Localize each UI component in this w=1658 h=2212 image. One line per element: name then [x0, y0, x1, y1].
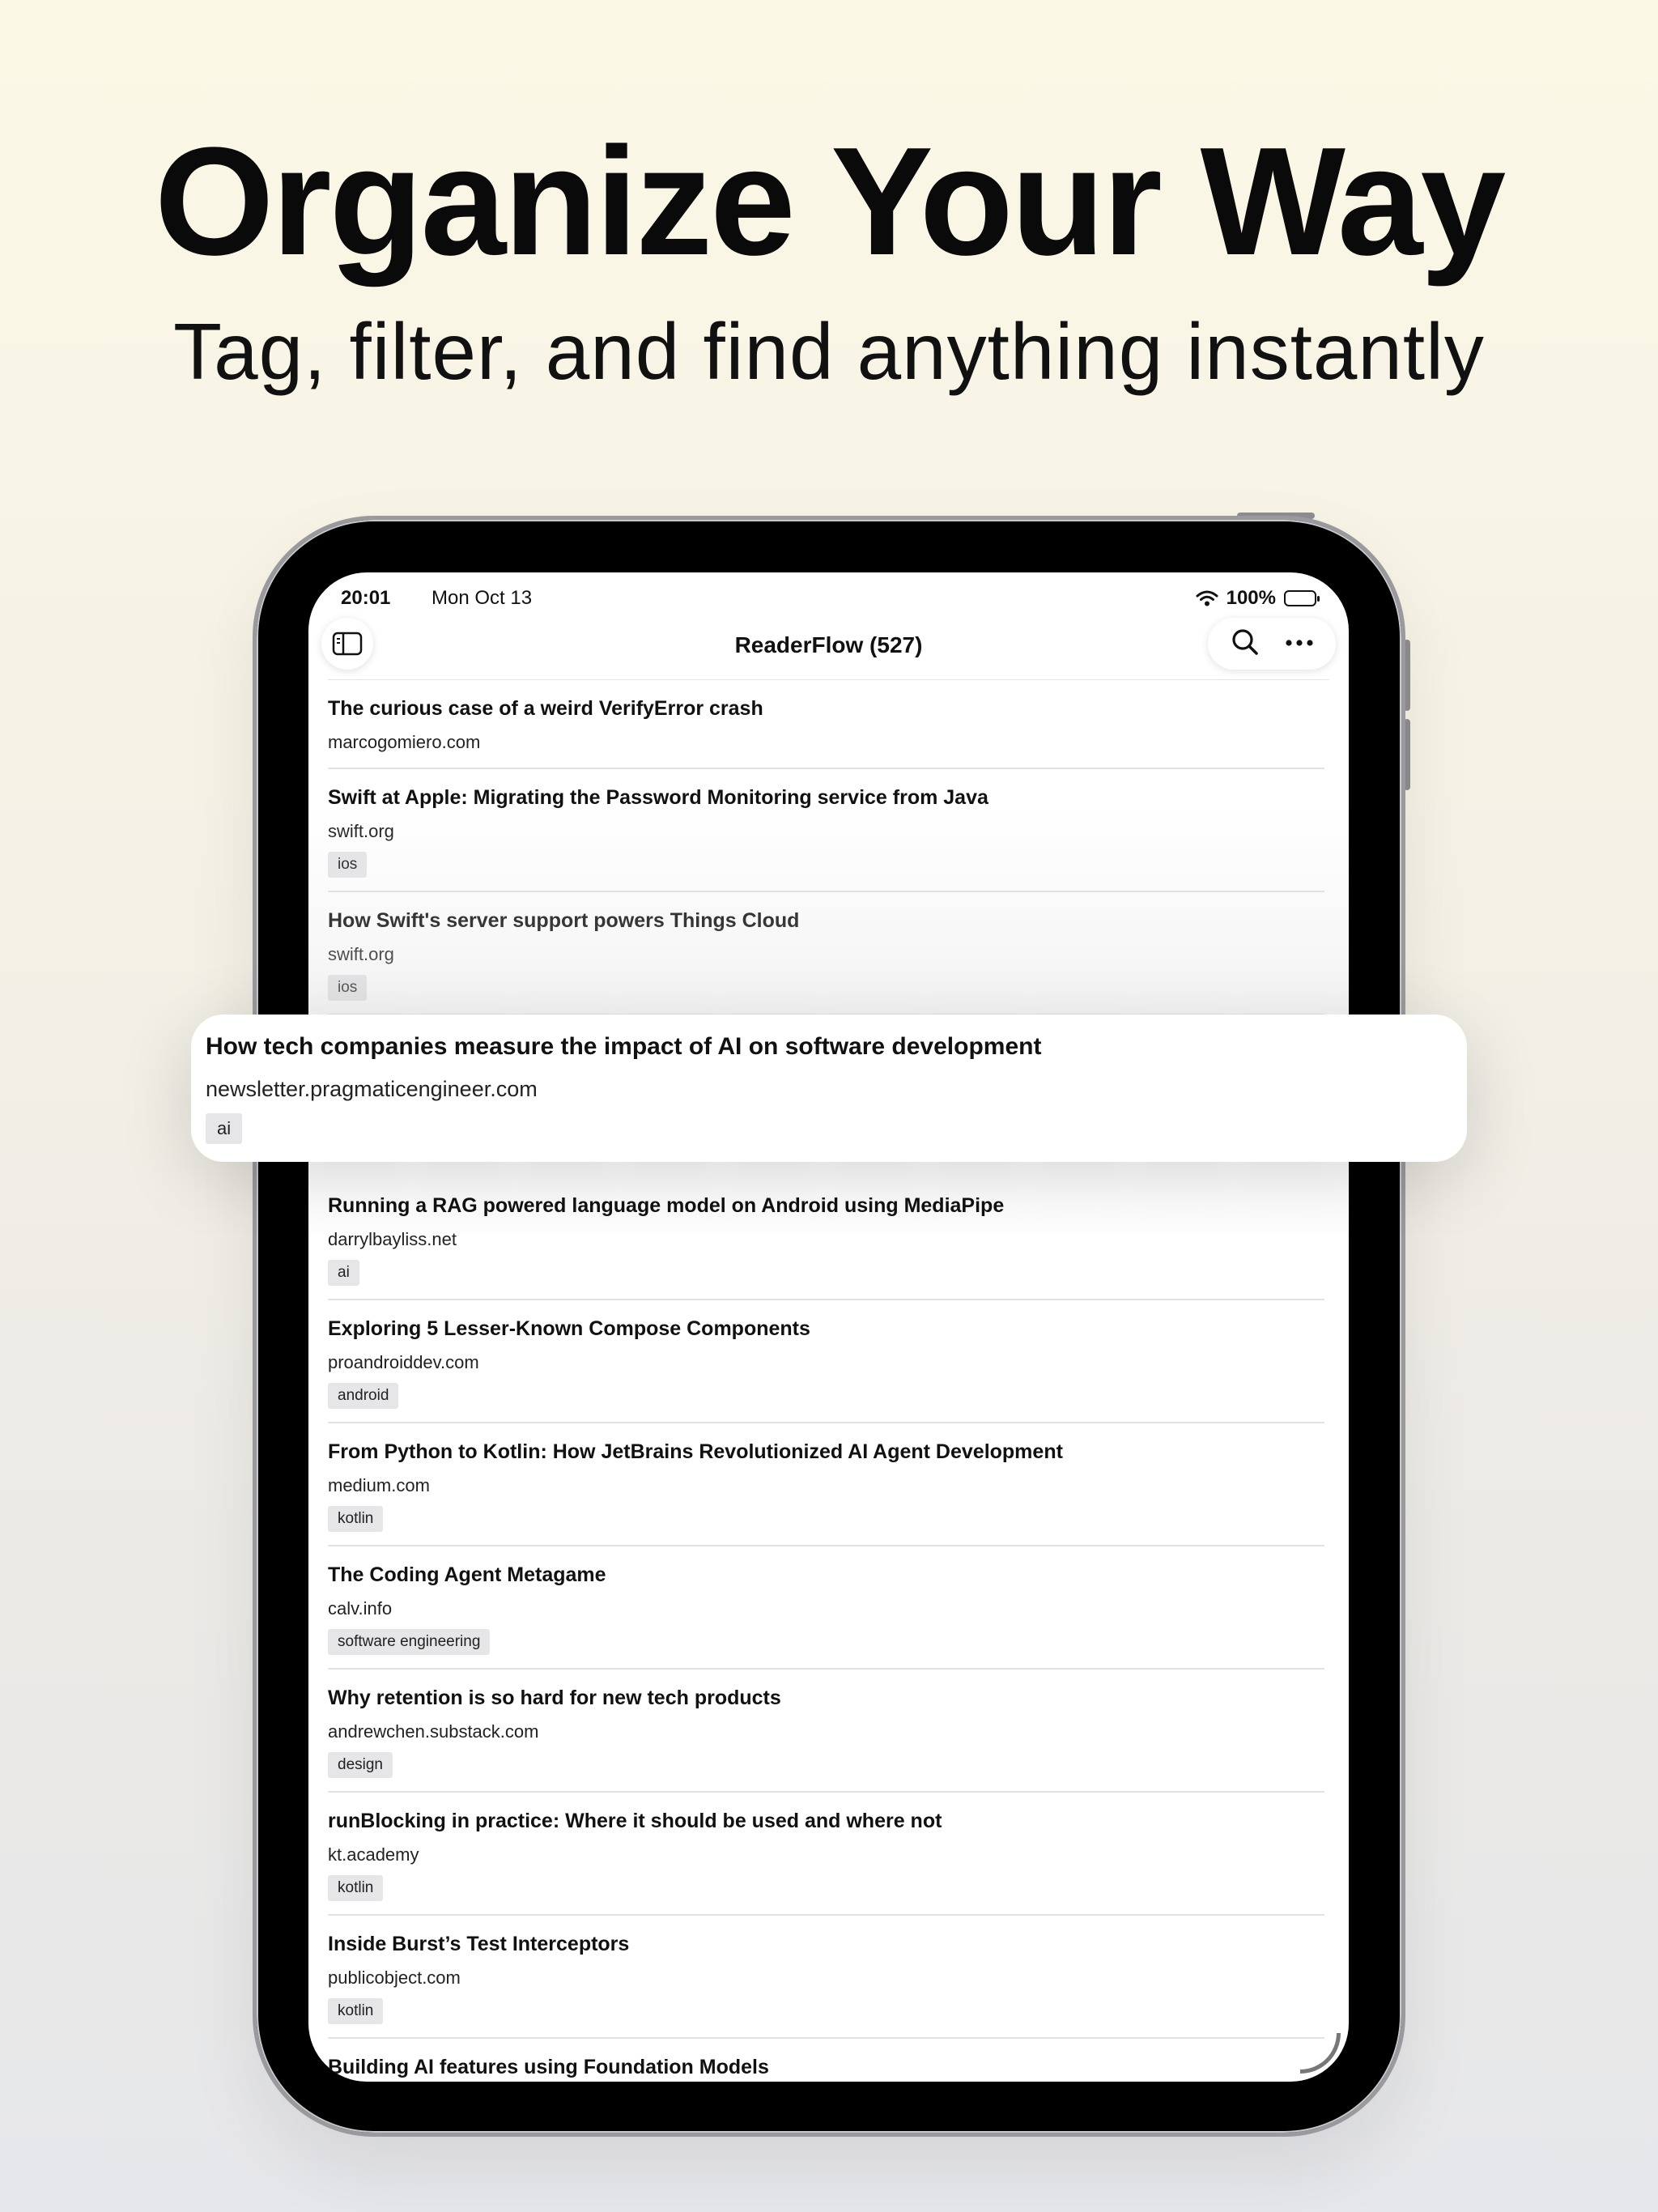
article-domain: swift.org [328, 944, 394, 964]
highlighted-domain: newsletter.pragmaticengineer.com [206, 1077, 538, 1101]
article-list: The curious case of a weird VerifyError … [328, 680, 1324, 2082]
article-tag[interactable]: design [328, 1752, 393, 1778]
article-domain: marcogomiero.com [328, 732, 481, 752]
article-domain: kt.academy [328, 1844, 419, 1865]
status-right: 100% [1196, 587, 1320, 610]
article-title: Inside Burst’s Test Interceptors [328, 1933, 630, 1955]
wifi-icon [1196, 590, 1218, 606]
list-item[interactable]: How Swift's server support powers Things… [328, 892, 1324, 1015]
article-title: Exploring 5 Lesser-Known Compose Compone… [328, 1317, 810, 1340]
article-title: Running a RAG powered language model on … [328, 1194, 1005, 1217]
status-bar: 20:01 Mon Oct 13 100% [341, 581, 1320, 616]
search-button[interactable] [1231, 627, 1260, 661]
list-item[interactable]: Building AI features using Foundation Mo… [328, 2039, 1324, 2082]
highlighted-tag[interactable]: ai [206, 1113, 243, 1144]
article-tag[interactable]: ios [328, 975, 368, 1001]
article-domain: darrylbayliss.net [328, 1229, 457, 1249]
list-item[interactable]: Inside Burst’s Test Interceptors publicob… [328, 1916, 1324, 2039]
list-item[interactable]: Exploring 5 Lesser-Known Compose Compone… [328, 1300, 1324, 1423]
status-time: 20:01 [341, 587, 391, 609]
battery-percent: 100% [1226, 587, 1276, 609]
nav-actions [1208, 618, 1336, 670]
article-domain: calv.info [328, 1598, 393, 1619]
status-date: Mon Oct 13 [432, 587, 533, 609]
list-item[interactable]: Why retention is so hard for new tech pr… [328, 1670, 1324, 1793]
list-item[interactable]: Running a RAG powered language model on … [328, 1177, 1324, 1300]
article-tag[interactable]: kotlin [328, 1506, 384, 1532]
hero-title: Organize Your Way [154, 116, 1506, 287]
nav-bar: ReaderFlow (527) [308, 613, 1349, 679]
article-domain: swift.org [328, 821, 394, 841]
article-tag[interactable]: kotlin [328, 1998, 384, 2024]
article-title: Swift at Apple: Migrating the Password M… [328, 786, 988, 809]
article-domain: publicobject.com [328, 1967, 461, 1988]
nav-title: ReaderFlow (527) [734, 632, 923, 657]
list-item[interactable]: The Coding Agent Metagame calv.info softwa… [328, 1546, 1324, 1670]
article-title: The curious case of a weird VerifyError … [328, 697, 763, 720]
list-item[interactable]: Swift at Apple: Migrating the Password M… [328, 769, 1324, 892]
article-tag[interactable]: ios [328, 852, 368, 878]
article-domain: medium.com [328, 1475, 430, 1495]
article-tag[interactable]: ai [328, 1260, 359, 1286]
article-domain: proandroiddev.com [328, 1352, 479, 1372]
highlighted-title: How tech companies measure the impact of… [206, 1033, 1042, 1060]
more-button[interactable] [1285, 636, 1314, 651]
article-tag[interactable]: kotlin [328, 1875, 384, 1901]
article-domain: andrewchen.substack.com [328, 1721, 539, 1742]
article-title: The Coding Agent Metagame [328, 1563, 606, 1586]
article-title: runBlocking in practice: Where it should… [328, 1810, 942, 1832]
list-item[interactable]: From Python to Kotlin: How JetBrains Rev… [328, 1423, 1324, 1546]
list-item[interactable]: runBlocking in practice: Where it should… [328, 1793, 1324, 1916]
app-screen: 20:01 Mon Oct 13 100% ReaderFlow (527) T… [308, 572, 1349, 2082]
article-title: From Python to Kotlin: How JetBrains Rev… [328, 1440, 1063, 1463]
article-tag[interactable]: software engineering [328, 1629, 491, 1655]
hero-subtitle: Tag, filter, and find anything instantly [173, 307, 1485, 396]
search-icon [1231, 628, 1258, 655]
highlighted-article-card[interactable]: How tech companies measure the impact of… [191, 1015, 1467, 1162]
battery-icon [1284, 590, 1320, 606]
article-title: Building AI features using Foundation Mo… [328, 2056, 769, 2078]
article-tag[interactable]: android [328, 1383, 399, 1409]
list-item[interactable]: The curious case of a weird VerifyError … [328, 680, 1324, 769]
article-title: How Swift's server support powers Things… [328, 909, 800, 932]
article-title: Why retention is so hard for new tech pr… [328, 1687, 781, 1709]
more-icon [1285, 640, 1313, 646]
